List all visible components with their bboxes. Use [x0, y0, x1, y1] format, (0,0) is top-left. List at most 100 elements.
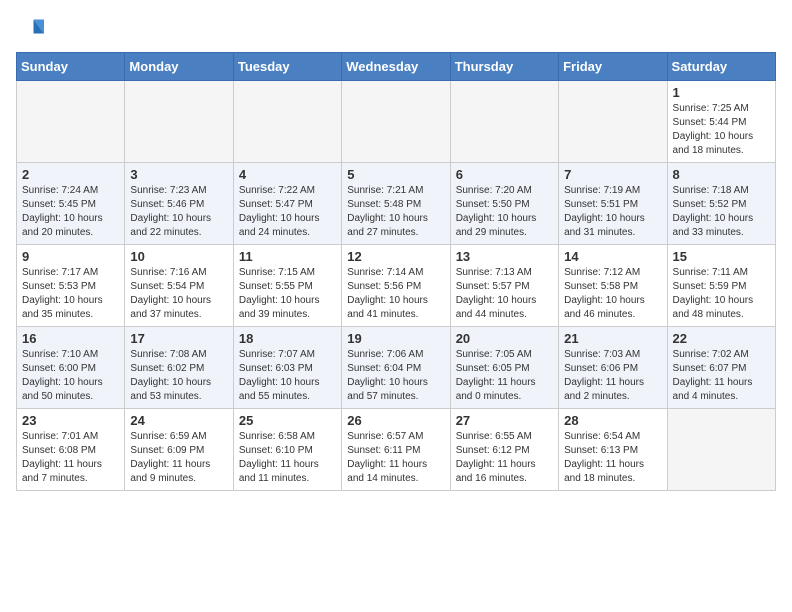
day-number: 19 — [347, 331, 444, 346]
day-info: Sunrise: 7:17 AM Sunset: 5:53 PM Dayligh… — [22, 266, 119, 322]
day-info: Sunrise: 7:13 AM Sunset: 5:57 PM Dayligh… — [456, 266, 553, 322]
day-number: 10 — [130, 249, 227, 264]
day-number: 27 — [456, 413, 553, 428]
day-number: 2 — [22, 167, 119, 182]
day-info: Sunrise: 7:07 AM Sunset: 6:03 PM Dayligh… — [239, 348, 336, 404]
day-number: 13 — [456, 249, 553, 264]
header — [16, 16, 776, 44]
calendar-cell: 7 Sunrise: 7:19 AM Sunset: 5:51 PM Daylig… — [559, 163, 667, 245]
calendar-cell: 17Sunrise: 7:08 AM Sunset: 6:02 PM Dayli… — [125, 327, 233, 409]
day-number: 15 — [673, 249, 770, 264]
day-info: Sunrise: 7:16 AM Sunset: 5:54 PM Dayligh… — [130, 266, 227, 322]
day-number: 11 — [239, 249, 336, 264]
day-number: 24 — [130, 413, 227, 428]
calendar-cell: 5 Sunrise: 7:21 AM Sunset: 5:48 PM Daylig… — [342, 163, 450, 245]
calendar-cell: 4 Sunrise: 7:22 AM Sunset: 5:47 PM Daylig… — [233, 163, 341, 245]
day-info: Sunrise: 7:11 AM Sunset: 5:59 PM Dayligh… — [673, 266, 770, 322]
weekday-header-friday: Friday — [559, 53, 667, 81]
calendar-cell: 8 Sunrise: 7:18 AM Sunset: 5:52 PM Daylig… — [667, 163, 775, 245]
calendar-cell: 25 Sunrise: 6:58 AM Sunset: 6:10 PM Dayli… — [233, 409, 341, 491]
day-number: 7 — [564, 167, 661, 182]
weekday-header-monday: Monday — [125, 53, 233, 81]
calendar-cell — [559, 81, 667, 163]
logo — [16, 16, 48, 44]
weekday-header-thursday: Thursday — [450, 53, 558, 81]
calendar-cell — [125, 81, 233, 163]
day-number: 28 — [564, 413, 661, 428]
calendar-cell: 13 Sunrise: 7:13 AM Sunset: 5:57 PM Dayli… — [450, 245, 558, 327]
day-number: 16 — [22, 331, 119, 346]
day-info: Sunrise: 6:55 AM Sunset: 6:12 PM Dayligh… — [456, 430, 553, 486]
day-number: 3 — [130, 167, 227, 182]
day-number: 23 — [22, 413, 119, 428]
weekday-header-sunday: Sunday — [17, 53, 125, 81]
day-number: 8 — [673, 167, 770, 182]
day-info: Sunrise: 7:24 AM Sunset: 5:45 PM Dayligh… — [22, 184, 119, 240]
day-info: Sunrise: 7:19 AM Sunset: 5:51 PM Dayligh… — [564, 184, 661, 240]
calendar-cell: 11 Sunrise: 7:15 AM Sunset: 5:55 PM Dayli… — [233, 245, 341, 327]
day-number: 5 — [347, 167, 444, 182]
weekday-header-wednesday: Wednesday — [342, 53, 450, 81]
day-info: Sunrise: 7:22 AM Sunset: 5:47 PM Dayligh… — [239, 184, 336, 240]
week-row-3: 9 Sunrise: 7:17 AM Sunset: 5:53 PM Daylig… — [17, 245, 776, 327]
day-info: Sunrise: 7:18 AM Sunset: 5:52 PM Dayligh… — [673, 184, 770, 240]
calendar-cell: 21 Sunrise: 7:03 AM Sunset: 6:06 PM Dayli… — [559, 327, 667, 409]
calendar-cell: 20 Sunrise: 7:05 AM Sunset: 6:05 PM Dayli… — [450, 327, 558, 409]
day-info: Sunrise: 7:03 AM Sunset: 6:06 PM Dayligh… — [564, 348, 661, 404]
calendar-cell: 3Sunrise: 7:23 AM Sunset: 5:46 PM Daylig… — [125, 163, 233, 245]
weekday-header-saturday: Saturday — [667, 53, 775, 81]
day-number: 9 — [22, 249, 119, 264]
day-number: 1 — [673, 85, 770, 100]
calendar-cell: 6 Sunrise: 7:20 AM Sunset: 5:50 PM Daylig… — [450, 163, 558, 245]
day-info: Sunrise: 6:59 AM Sunset: 6:09 PM Dayligh… — [130, 430, 227, 486]
week-row-4: 16Sunrise: 7:10 AM Sunset: 6:00 PM Dayli… — [17, 327, 776, 409]
weekday-header-row: SundayMondayTuesdayWednesdayThursdayFrid… — [17, 53, 776, 81]
day-number: 4 — [239, 167, 336, 182]
calendar-cell — [450, 81, 558, 163]
calendar-cell: 16Sunrise: 7:10 AM Sunset: 6:00 PM Dayli… — [17, 327, 125, 409]
calendar-table: SundayMondayTuesdayWednesdayThursdayFrid… — [16, 52, 776, 491]
day-info: Sunrise: 7:14 AM Sunset: 5:56 PM Dayligh… — [347, 266, 444, 322]
day-number: 26 — [347, 413, 444, 428]
week-row-1: 1 Sunrise: 7:25 AM Sunset: 5:44 PM Daylig… — [17, 81, 776, 163]
day-info: Sunrise: 7:06 AM Sunset: 6:04 PM Dayligh… — [347, 348, 444, 404]
calendar-cell: 15 Sunrise: 7:11 AM Sunset: 5:59 PM Dayli… — [667, 245, 775, 327]
calendar-cell — [233, 81, 341, 163]
day-info: Sunrise: 6:54 AM Sunset: 6:13 PM Dayligh… — [564, 430, 661, 486]
calendar-cell: 27 Sunrise: 6:55 AM Sunset: 6:12 PM Dayli… — [450, 409, 558, 491]
day-info: Sunrise: 7:01 AM Sunset: 6:08 PM Dayligh… — [22, 430, 119, 486]
calendar-cell: 24 Sunrise: 6:59 AM Sunset: 6:09 PM Dayli… — [125, 409, 233, 491]
day-info: Sunrise: 7:21 AM Sunset: 5:48 PM Dayligh… — [347, 184, 444, 240]
calendar-cell — [17, 81, 125, 163]
day-number: 14 — [564, 249, 661, 264]
day-info: Sunrise: 6:58 AM Sunset: 6:10 PM Dayligh… — [239, 430, 336, 486]
calendar-cell: 1 Sunrise: 7:25 AM Sunset: 5:44 PM Daylig… — [667, 81, 775, 163]
day-info: Sunrise: 7:02 AM Sunset: 6:07 PM Dayligh… — [673, 348, 770, 404]
day-info: Sunrise: 7:05 AM Sunset: 6:05 PM Dayligh… — [456, 348, 553, 404]
day-number: 20 — [456, 331, 553, 346]
day-info: Sunrise: 7:25 AM Sunset: 5:44 PM Dayligh… — [673, 102, 770, 158]
day-number: 21 — [564, 331, 661, 346]
calendar-cell: 12 Sunrise: 7:14 AM Sunset: 5:56 PM Dayli… — [342, 245, 450, 327]
calendar-cell: 2 Sunrise: 7:24 AM Sunset: 5:45 PM Daylig… — [17, 163, 125, 245]
logo-icon — [16, 16, 44, 44]
week-row-5: 23 Sunrise: 7:01 AM Sunset: 6:08 PM Dayli… — [17, 409, 776, 491]
day-number: 25 — [239, 413, 336, 428]
day-number: 6 — [456, 167, 553, 182]
calendar-cell: 22 Sunrise: 7:02 AM Sunset: 6:07 PM Dayli… — [667, 327, 775, 409]
day-info: Sunrise: 7:15 AM Sunset: 5:55 PM Dayligh… — [239, 266, 336, 322]
calendar-cell: 18 Sunrise: 7:07 AM Sunset: 6:03 PM Dayli… — [233, 327, 341, 409]
week-row-2: 2 Sunrise: 7:24 AM Sunset: 5:45 PM Daylig… — [17, 163, 776, 245]
calendar-cell: 28 Sunrise: 6:54 AM Sunset: 6:13 PM Dayli… — [559, 409, 667, 491]
calendar-cell — [342, 81, 450, 163]
day-info: Sunrise: 7:12 AM Sunset: 5:58 PM Dayligh… — [564, 266, 661, 322]
day-info: Sunrise: 7:08 AM Sunset: 6:02 PM Dayligh… — [130, 348, 227, 404]
day-info: Sunrise: 7:20 AM Sunset: 5:50 PM Dayligh… — [456, 184, 553, 240]
day-number: 18 — [239, 331, 336, 346]
day-info: Sunrise: 6:57 AM Sunset: 6:11 PM Dayligh… — [347, 430, 444, 486]
calendar-cell: 10 Sunrise: 7:16 AM Sunset: 5:54 PM Dayli… — [125, 245, 233, 327]
day-number: 12 — [347, 249, 444, 264]
day-number: 22 — [673, 331, 770, 346]
calendar-cell: 14 Sunrise: 7:12 AM Sunset: 5:58 PM Dayli… — [559, 245, 667, 327]
calendar-cell: 9 Sunrise: 7:17 AM Sunset: 5:53 PM Daylig… — [17, 245, 125, 327]
